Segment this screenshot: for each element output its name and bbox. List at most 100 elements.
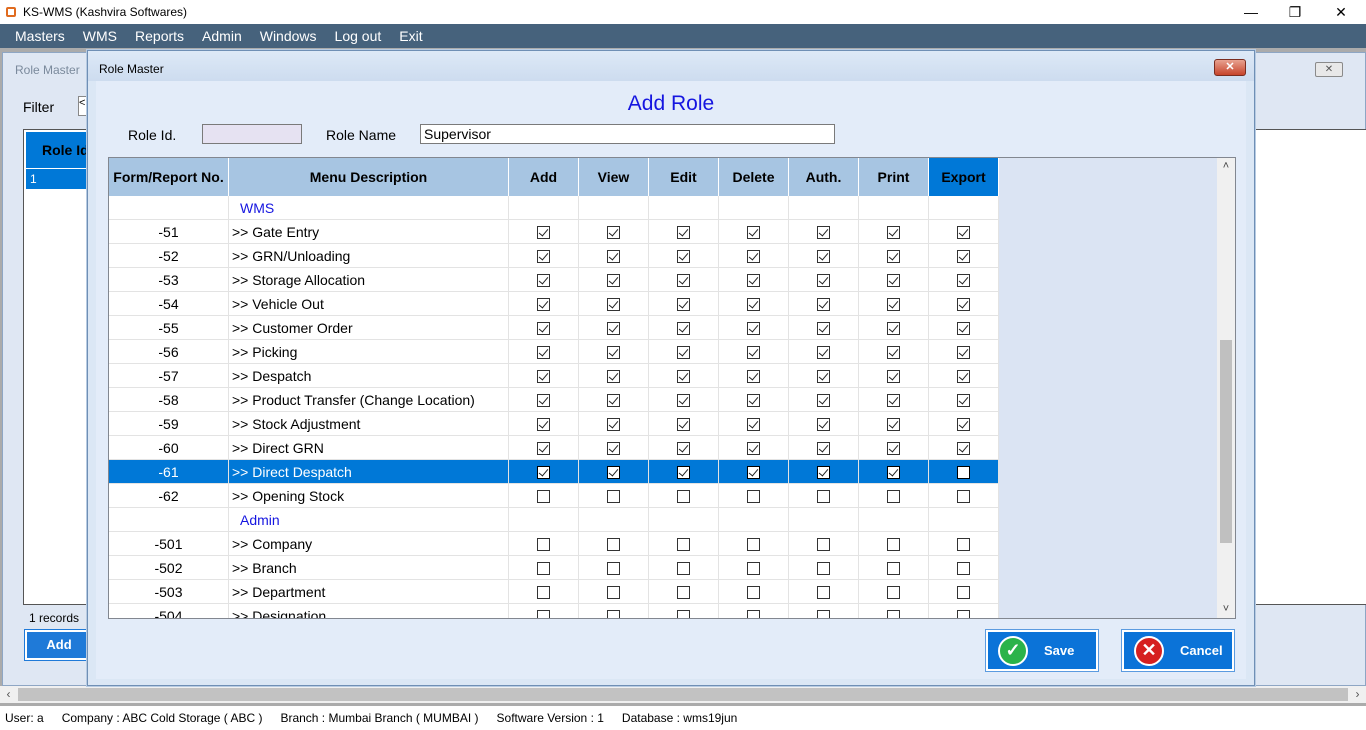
export-checkbox[interactable] (957, 393, 970, 407)
view-checkbox[interactable] (607, 393, 620, 407)
export-checkbox[interactable] (957, 345, 970, 359)
table-row[interactable]: -51 >> Gate Entry (109, 220, 999, 244)
add-checkbox[interactable] (537, 537, 550, 551)
auth-checkbox[interactable] (817, 273, 830, 287)
view-checkbox[interactable] (607, 321, 620, 335)
view-checkbox[interactable] (607, 537, 620, 551)
add-checkbox[interactable] (537, 321, 550, 335)
role-id-column-header[interactable]: Role Id (26, 132, 92, 168)
export-checkbox[interactable] (957, 585, 970, 599)
edit-checkbox[interactable] (677, 489, 690, 503)
background-form-close-button[interactable]: ✕ (1315, 62, 1343, 77)
print-checkbox[interactable] (887, 297, 900, 311)
export-checkbox[interactable] (957, 249, 970, 263)
add-checkbox[interactable] (537, 417, 550, 431)
export-checkbox[interactable] (957, 609, 970, 618)
view-checkbox[interactable] (607, 441, 620, 455)
add-checkbox[interactable] (537, 609, 550, 618)
delete-checkbox[interactable] (747, 297, 760, 311)
delete-checkbox[interactable] (747, 561, 760, 575)
edit-checkbox[interactable] (677, 249, 690, 263)
export-checkbox[interactable] (957, 489, 970, 503)
table-row[interactable]: -60 >> Direct GRN (109, 436, 999, 460)
auth-checkbox[interactable] (817, 537, 830, 551)
print-checkbox[interactable] (887, 273, 900, 287)
column-header-add[interactable]: Add (509, 158, 579, 196)
delete-checkbox[interactable] (747, 321, 760, 335)
column-header-delete[interactable]: Delete (719, 158, 789, 196)
dialog-close-button[interactable]: ✕ (1214, 59, 1246, 76)
view-checkbox[interactable] (607, 609, 620, 618)
edit-checkbox[interactable] (677, 345, 690, 359)
auth-checkbox[interactable] (817, 489, 830, 503)
delete-checkbox[interactable] (747, 393, 760, 407)
column-header-auth[interactable]: Auth. (789, 158, 859, 196)
add-checkbox[interactable] (537, 297, 550, 311)
menu-windows[interactable]: Windows (251, 24, 326, 48)
view-checkbox[interactable] (607, 489, 620, 503)
print-checkbox[interactable] (887, 321, 900, 335)
cancel-button[interactable]: ✕ Cancel (1121, 629, 1235, 672)
edit-checkbox[interactable] (677, 393, 690, 407)
column-header-view[interactable]: View (579, 158, 649, 196)
delete-checkbox[interactable] (747, 609, 760, 618)
table-row[interactable]: -53 >> Storage Allocation (109, 268, 999, 292)
table-row[interactable]: -61 >> Direct Despatch (109, 460, 999, 484)
table-row[interactable]: -501 >> Company (109, 532, 999, 556)
menu-admin[interactable]: Admin (193, 24, 251, 48)
export-checkbox[interactable] (957, 417, 970, 431)
add-button[interactable]: Add (24, 629, 94, 661)
table-row[interactable]: -58 >> Product Transfer (Change Location) (109, 388, 999, 412)
print-checkbox[interactable] (887, 441, 900, 455)
edit-checkbox[interactable] (677, 585, 690, 599)
view-checkbox[interactable] (607, 465, 620, 479)
vertical-scrollbar[interactable]: ˄ ˅ (1217, 158, 1235, 618)
menu-masters[interactable]: Masters (6, 24, 74, 48)
role-name-field[interactable] (420, 124, 835, 144)
export-checkbox[interactable] (957, 561, 970, 575)
auth-checkbox[interactable] (817, 321, 830, 335)
view-checkbox[interactable] (607, 225, 620, 239)
edit-checkbox[interactable] (677, 441, 690, 455)
delete-checkbox[interactable] (747, 417, 760, 431)
table-row[interactable]: -57 >> Despatch (109, 364, 999, 388)
export-checkbox[interactable] (957, 465, 970, 479)
view-checkbox[interactable] (607, 297, 620, 311)
auth-checkbox[interactable] (817, 609, 830, 618)
column-header-print[interactable]: Print (859, 158, 929, 196)
minimize-button[interactable]: — (1228, 0, 1274, 24)
export-checkbox[interactable] (957, 321, 970, 335)
edit-checkbox[interactable] (677, 321, 690, 335)
column-header-edit[interactable]: Edit (649, 158, 719, 196)
table-row[interactable]: -62 >> Opening Stock (109, 484, 999, 508)
print-checkbox[interactable] (887, 345, 900, 359)
delete-checkbox[interactable] (747, 249, 760, 263)
delete-checkbox[interactable] (747, 225, 760, 239)
auth-checkbox[interactable] (817, 225, 830, 239)
export-checkbox[interactable] (957, 537, 970, 551)
menu-exit[interactable]: Exit (390, 24, 431, 48)
scroll-down-icon[interactable]: ˅ (1217, 601, 1235, 618)
horizontal-scrollbar[interactable]: ‹ › (0, 686, 1366, 703)
auth-checkbox[interactable] (817, 585, 830, 599)
auth-checkbox[interactable] (817, 393, 830, 407)
print-checkbox[interactable] (887, 489, 900, 503)
view-checkbox[interactable] (607, 345, 620, 359)
horizontal-scroll-thumb[interactable] (18, 688, 1348, 701)
auth-checkbox[interactable] (817, 249, 830, 263)
add-checkbox[interactable] (537, 561, 550, 575)
auth-checkbox[interactable] (817, 417, 830, 431)
delete-checkbox[interactable] (747, 489, 760, 503)
column-header-export[interactable]: Export (929, 158, 999, 196)
close-button[interactable]: ✕ (1318, 0, 1364, 24)
add-checkbox[interactable] (537, 489, 550, 503)
auth-checkbox[interactable] (817, 441, 830, 455)
add-checkbox[interactable] (537, 585, 550, 599)
print-checkbox[interactable] (887, 393, 900, 407)
menu-reports[interactable]: Reports (126, 24, 193, 48)
auth-checkbox[interactable] (817, 369, 830, 383)
table-row[interactable]: -504 >> Designation (109, 604, 999, 618)
delete-checkbox[interactable] (747, 465, 760, 479)
export-checkbox[interactable] (957, 273, 970, 287)
edit-checkbox[interactable] (677, 561, 690, 575)
